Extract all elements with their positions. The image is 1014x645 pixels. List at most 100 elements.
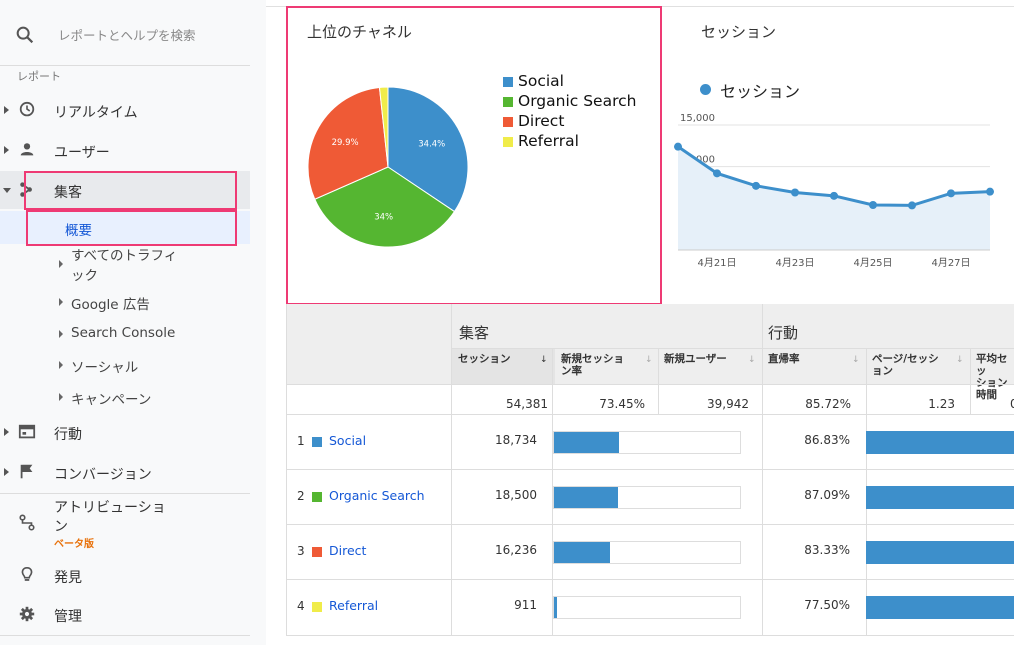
sidebar-item-social[interactable]: ソーシャル bbox=[0, 350, 250, 380]
highlight-box bbox=[26, 210, 237, 246]
sidebar-item-campaigns[interactable]: キャンペーン bbox=[0, 382, 250, 412]
sidebar-item-label: 行動 bbox=[54, 427, 82, 443]
column-header-label: セッション bbox=[458, 353, 511, 365]
new-session-rate-bar bbox=[553, 596, 741, 619]
column-header-bounce-rate[interactable]: 直帰率 bbox=[768, 353, 800, 365]
table-border bbox=[286, 304, 287, 636]
sidebar-item-conversions[interactable]: コンバージョン bbox=[0, 453, 250, 491]
row-bounce-rate: 83.33% bbox=[804, 543, 850, 557]
column-header-label: 新規ユーザー bbox=[664, 353, 727, 365]
column-header-avg-session-duration[interactable]: 平均セッ ション時間 bbox=[976, 353, 1014, 401]
sort-icon[interactable]: ↓ bbox=[956, 355, 964, 365]
row-divider bbox=[286, 469, 1014, 470]
sessions-card-title: セッション bbox=[701, 23, 777, 41]
column-header-sessions[interactable]: セッション bbox=[458, 353, 511, 365]
sort-icon[interactable]: ↓ bbox=[748, 355, 756, 365]
total-new-users: 39,942 bbox=[707, 397, 749, 411]
totals-row-label-bg bbox=[286, 384, 452, 414]
channel-link[interactable]: Organic Search bbox=[329, 488, 425, 503]
col-divider bbox=[451, 304, 452, 636]
group-header-acquisition: 集客 bbox=[459, 324, 490, 342]
col-divider bbox=[762, 304, 763, 636]
sidebar-item-label-line2: ン bbox=[54, 519, 68, 535]
data-point[interactable] bbox=[752, 181, 760, 190]
bar-fill bbox=[554, 597, 558, 618]
attribution-icon bbox=[19, 514, 35, 531]
data-point[interactable] bbox=[947, 189, 955, 198]
expand-arrow-icon bbox=[59, 361, 63, 369]
row-divider bbox=[286, 384, 1014, 385]
expand-arrow-icon bbox=[59, 393, 63, 401]
data-point[interactable] bbox=[713, 169, 721, 178]
sidebar-item-search-console[interactable]: Search Console bbox=[0, 319, 250, 349]
data-point[interactable] bbox=[869, 201, 877, 209]
row-divider bbox=[286, 524, 1014, 525]
sidebar-item-label: リアルタイム bbox=[54, 105, 138, 121]
bar-fill bbox=[554, 542, 611, 563]
bar-fill bbox=[554, 432, 619, 453]
sidebar-item-label: 管理 bbox=[54, 609, 82, 625]
highlight-box bbox=[24, 171, 237, 210]
expand-arrow-icon bbox=[59, 298, 63, 306]
channel-link[interactable]: Referral bbox=[329, 598, 378, 613]
highlight-box bbox=[286, 6, 662, 305]
sidebar-item-google-ads[interactable]: Google 広告 bbox=[0, 287, 250, 317]
bounce-rate-bar bbox=[866, 541, 1014, 564]
row-rank: 3 bbox=[297, 544, 305, 558]
bar-fill bbox=[554, 487, 618, 508]
column-header-pages-per-session[interactable]: ページ/セッシ ョン bbox=[872, 353, 939, 377]
x-tick-label: 4月27日 bbox=[931, 257, 970, 269]
sidebar-item-all-traffic[interactable]: すべてのトラフィ ック bbox=[0, 243, 250, 285]
sort-desc-icon[interactable]: ↓ bbox=[540, 355, 548, 365]
row-divider bbox=[286, 579, 1014, 580]
sidebar-item-attribution[interactable]: アトリビューショ ン bbox=[0, 494, 250, 550]
row-bounce-rate: 77.50% bbox=[804, 598, 850, 612]
column-header-new-session-rate[interactable]: 新規セッショ ン率 bbox=[561, 353, 624, 377]
clock-icon bbox=[19, 101, 35, 117]
behavior-icon bbox=[18, 424, 36, 439]
series-legend-label: セッション bbox=[720, 82, 801, 101]
column-header-label-line2: ン率 bbox=[561, 365, 582, 377]
row-rank: 1 bbox=[297, 434, 305, 448]
sessions-line-chart[interactable]: 15,00010,0005,0004月21日4月23日4月25日4月27日 bbox=[668, 110, 1014, 275]
bounce-rate-bar bbox=[866, 431, 1014, 454]
sidebar-item-label: Search Console bbox=[71, 325, 176, 341]
data-point[interactable] bbox=[908, 201, 916, 210]
new-session-rate-bar bbox=[553, 431, 741, 454]
divider bbox=[0, 635, 250, 636]
channel-link[interactable]: Direct bbox=[329, 543, 366, 558]
sidebar-item-realtime[interactable]: リアルタイム bbox=[0, 91, 250, 129]
sidebar-item-discover[interactable]: 発見 bbox=[0, 556, 250, 594]
channel-link[interactable]: Social bbox=[329, 433, 366, 448]
row-color-swatch bbox=[312, 492, 322, 502]
total-bounce-rate: 85.72% bbox=[805, 397, 851, 411]
sidebar-item-behavior[interactable]: 行動 bbox=[0, 413, 250, 451]
data-point[interactable] bbox=[986, 187, 994, 196]
data-point[interactable] bbox=[674, 142, 682, 151]
data-point[interactable] bbox=[830, 191, 838, 200]
x-tick-label: 4月21日 bbox=[697, 257, 736, 269]
sidebar-item-label: 発見 bbox=[54, 570, 82, 586]
column-header-new-users[interactable]: 新規ユーザー bbox=[664, 353, 727, 365]
expand-arrow-icon bbox=[59, 260, 63, 268]
row-sessions: 18,734 bbox=[495, 433, 537, 447]
expand-arrow-icon bbox=[4, 428, 9, 436]
sidebar: レポートとヘルプを検索 レポート リアルタイム ユーザー 集客 概要 すべてのト… bbox=[0, 0, 266, 645]
search-placeholder: レポートとヘルプを検索 bbox=[58, 28, 196, 43]
sort-icon[interactable]: ↓ bbox=[645, 355, 653, 365]
row-color-swatch bbox=[312, 602, 322, 612]
row-divider bbox=[451, 348, 1014, 349]
sidebar-item-label-line2: ック bbox=[71, 268, 98, 284]
data-point[interactable] bbox=[791, 188, 799, 197]
total-pages-per-session: 1.23 bbox=[928, 397, 955, 411]
series-legend-dot bbox=[700, 84, 711, 95]
sidebar-item-label: アトリビューショ bbox=[54, 500, 166, 516]
total-new-session-rate: 73.45% bbox=[599, 397, 645, 411]
sidebar-item-users[interactable]: ユーザー bbox=[0, 131, 250, 169]
sidebar-item-admin[interactable]: 管理 bbox=[0, 595, 250, 633]
total-sessions: 54,381 bbox=[506, 397, 548, 411]
row-rank: 4 bbox=[297, 599, 305, 613]
sidebar-item-label: キャンペーン bbox=[71, 392, 152, 408]
sort-icon[interactable]: ↓ bbox=[852, 355, 860, 365]
report-search[interactable]: レポートとヘルプを検索 bbox=[0, 0, 250, 66]
